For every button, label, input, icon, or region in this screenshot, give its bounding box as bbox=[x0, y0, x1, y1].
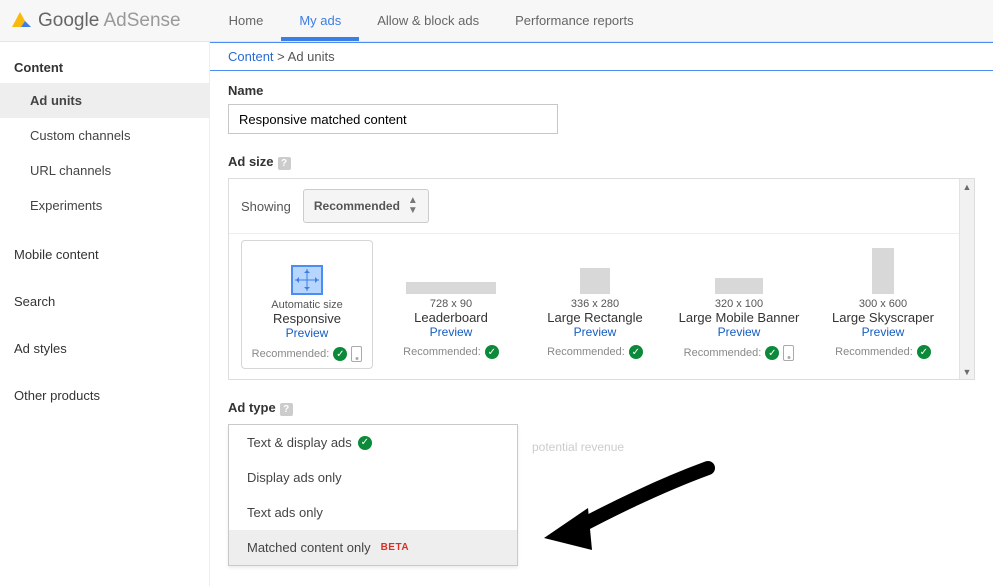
adcard-big: Large Skyscraper bbox=[817, 310, 949, 325]
adtype-option-matched-content[interactable]: Matched content onlyBETA bbox=[229, 530, 517, 565]
sidebar-item-other-products[interactable]: Other products bbox=[0, 380, 209, 411]
adsize-panel: ▲ ▼ Showing Recommended ▲▼ bbox=[228, 178, 975, 380]
adcard-big: Large Mobile Banner bbox=[673, 310, 805, 325]
mobile-icon bbox=[783, 345, 794, 361]
rec-label: Recommended: bbox=[252, 348, 330, 360]
responsive-icon bbox=[291, 265, 323, 295]
annotation-arrow-icon bbox=[538, 460, 718, 560]
adsize-label: Ad size? bbox=[228, 154, 975, 170]
size-preview-icon bbox=[580, 268, 610, 294]
adcard-big: Leaderboard bbox=[385, 310, 517, 325]
breadcrumb: Content > Ad units bbox=[210, 42, 993, 71]
adcard-small: 320 x 100 bbox=[673, 298, 805, 310]
adsense-logo-text: Google AdSense bbox=[38, 10, 181, 32]
top-tabs: Home My ads Allow & block ads Performanc… bbox=[211, 1, 652, 40]
scroll-up-icon[interactable]: ▲ bbox=[960, 179, 975, 194]
preview-link[interactable]: Preview bbox=[529, 325, 661, 339]
check-icon: ✓ bbox=[333, 347, 347, 361]
tab-home[interactable]: Home bbox=[211, 1, 282, 40]
check-icon: ✓ bbox=[358, 436, 372, 450]
rec-label: Recommended: bbox=[547, 346, 625, 358]
mobile-icon bbox=[351, 346, 362, 362]
breadcrumb-current: Ad units bbox=[288, 49, 335, 64]
adsense-logo-icon bbox=[10, 9, 32, 32]
size-preview-icon bbox=[872, 248, 894, 294]
sidebar-item-url-channels[interactable]: URL channels bbox=[0, 153, 209, 188]
size-preview-icon bbox=[715, 278, 763, 294]
rec-label: Recommended: bbox=[835, 346, 913, 358]
check-icon: ✓ bbox=[629, 345, 643, 359]
adcard-small: 336 x 280 bbox=[529, 298, 661, 310]
preview-link[interactable]: Preview bbox=[385, 325, 517, 339]
tab-performance[interactable]: Performance reports bbox=[497, 1, 652, 40]
dropdown-value: Recommended bbox=[314, 199, 400, 213]
adsize-card-large-rectangle[interactable]: 336 x 280 Large Rectangle Preview Recomm… bbox=[529, 240, 661, 369]
adsize-card-large-mobile-banner[interactable]: 320 x 100 Large Mobile Banner Preview Re… bbox=[673, 240, 805, 369]
help-icon[interactable]: ? bbox=[278, 157, 291, 170]
scrollbar-vertical[interactable]: ▲ ▼ bbox=[959, 179, 974, 379]
check-icon: ✓ bbox=[765, 346, 779, 360]
adsize-card-responsive[interactable]: Automatic size Responsive Preview Recomm… bbox=[241, 240, 373, 369]
preview-link[interactable]: Preview bbox=[673, 325, 805, 339]
sidebar-heading-content: Content bbox=[0, 52, 209, 83]
adcard-small: 300 x 600 bbox=[817, 298, 949, 310]
size-preview-icon bbox=[406, 282, 496, 294]
adtype-option-text-only[interactable]: Text ads only bbox=[229, 495, 517, 530]
breadcrumb-sep: > bbox=[277, 49, 288, 64]
name-label: Name bbox=[228, 83, 975, 98]
showing-label: Showing bbox=[241, 199, 291, 214]
sidebar-item-ad-styles[interactable]: Ad styles bbox=[0, 333, 209, 364]
adtype-label: Ad type? bbox=[228, 400, 975, 416]
name-input[interactable] bbox=[228, 104, 558, 134]
check-icon: ✓ bbox=[485, 345, 499, 359]
sidebar: Content Ad units Custom channels URL cha… bbox=[0, 42, 210, 586]
tab-allow-block[interactable]: Allow & block ads bbox=[359, 1, 497, 40]
adcard-small: 728 x 90 bbox=[385, 298, 517, 310]
header: Google AdSense Home My ads Allow & block… bbox=[0, 0, 993, 42]
ghost-hint: potential revenue bbox=[532, 440, 624, 454]
sort-icon: ▲▼ bbox=[408, 196, 418, 216]
adcard-big: Responsive bbox=[242, 311, 372, 326]
sidebar-item-custom-channels[interactable]: Custom channels bbox=[0, 118, 209, 153]
main: Content > Ad units Name Ad size? ▲ ▼ Sho… bbox=[210, 42, 993, 586]
adsense-logo: Google AdSense bbox=[10, 9, 181, 32]
check-icon: ✓ bbox=[917, 345, 931, 359]
rec-label: Recommended: bbox=[403, 346, 481, 358]
adtype-option-text-display[interactable]: Text & display ads✓ bbox=[229, 425, 517, 460]
sidebar-item-experiments[interactable]: Experiments bbox=[0, 188, 209, 223]
rec-label: Recommended: bbox=[684, 347, 762, 359]
adsize-card-large-skyscraper[interactable]: 300 x 600 Large Skyscraper Preview Recom… bbox=[817, 240, 949, 369]
scroll-down-icon[interactable]: ▼ bbox=[960, 364, 975, 379]
sidebar-item-ad-units[interactable]: Ad units bbox=[0, 83, 209, 118]
adcard-small: Automatic size bbox=[242, 299, 372, 311]
preview-link[interactable]: Preview bbox=[242, 326, 372, 340]
sidebar-item-search[interactable]: Search bbox=[0, 286, 209, 317]
help-icon[interactable]: ? bbox=[280, 403, 293, 416]
preview-link[interactable]: Preview bbox=[817, 325, 949, 339]
tab-my-ads[interactable]: My ads bbox=[281, 1, 359, 40]
adcard-big: Large Rectangle bbox=[529, 310, 661, 325]
adtype-option-display-only[interactable]: Display ads only bbox=[229, 460, 517, 495]
breadcrumb-root[interactable]: Content bbox=[228, 49, 274, 64]
adsize-filter-dropdown[interactable]: Recommended ▲▼ bbox=[303, 189, 429, 223]
adsize-card-leaderboard[interactable]: 728 x 90 Leaderboard Preview Recommended… bbox=[385, 240, 517, 369]
sidebar-item-mobile-content[interactable]: Mobile content bbox=[0, 239, 209, 270]
beta-badge: BETA bbox=[381, 542, 409, 553]
adtype-dropdown[interactable]: Text & display ads✓ Display ads only Tex… bbox=[228, 424, 518, 566]
